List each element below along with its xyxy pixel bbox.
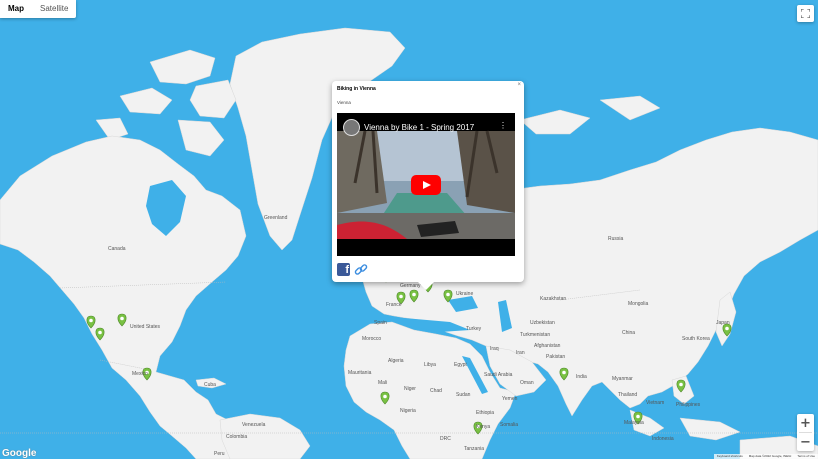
label-somalia: Somalia — [500, 422, 519, 428]
label-thailand: Thailand — [618, 392, 638, 398]
label-turkey: Turkey — [466, 326, 482, 332]
fullscreen-icon — [801, 9, 810, 18]
map-type-map-button[interactable]: Map — [0, 0, 32, 18]
label-niger: Niger — [404, 386, 416, 392]
label-philippines: Philippines — [676, 402, 701, 408]
map-pin-dot — [562, 370, 566, 375]
fullscreen-button[interactable] — [797, 5, 814, 22]
label-france: France — [386, 302, 402, 308]
label-egypt: Egypt — [454, 362, 467, 368]
label-morocco: Morocco — [362, 336, 382, 342]
label-chad: Chad — [430, 388, 442, 394]
map-pin-dot — [98, 330, 102, 335]
label-south-korea: South Korea — [682, 336, 710, 342]
label-cuba: Cuba — [204, 382, 216, 388]
label-nigeria: Nigeria — [400, 408, 416, 414]
label-pakistan: Pakistan — [546, 354, 566, 360]
label-indonesia: Indonesia — [652, 436, 674, 442]
label-mongolia: Mongolia — [628, 301, 649, 307]
label-mexico: Mexico — [132, 371, 148, 377]
map-type-control: Map Satellite — [0, 0, 77, 18]
label-mali: Mali — [378, 380, 388, 386]
label-canada: Canada — [108, 246, 126, 252]
label-united-states: United States — [130, 324, 161, 330]
map-pin-dot — [399, 294, 403, 299]
map-pin-dot — [120, 316, 124, 321]
youtube-video-player[interactable]: Vienna by Bike 1 - Spring 2017 ⋮ — [337, 113, 515, 256]
label-spain: Spain — [374, 320, 387, 326]
more-options-icon[interactable]: ⋮ — [499, 121, 507, 130]
video-title[interactable]: Vienna by Bike 1 - Spring 2017 — [364, 123, 474, 132]
zoom-in-button[interactable]: + — [797, 414, 814, 432]
keyboard-shortcuts-link[interactable]: Keyboard shortcuts — [714, 454, 746, 459]
label-malaysia: Malaysia — [624, 420, 644, 426]
map-pin-dot — [446, 292, 450, 297]
map-pin-dot — [89, 318, 93, 323]
label-iraq: Iraq — [490, 346, 499, 352]
label-russia: Russia — [608, 236, 624, 242]
label-peru: Peru — [214, 451, 225, 457]
zoom-out-button[interactable]: − — [797, 433, 814, 451]
label-tanzania: Tanzania — [464, 446, 485, 452]
label-drc: DRC — [440, 436, 451, 442]
label-saudi-arabia: Saudi Arabia — [484, 372, 513, 378]
terms-link[interactable]: Terms of Use — [794, 454, 818, 459]
google-logo[interactable]: Google — [2, 448, 36, 459]
label-venezuela: Venezuela — [242, 422, 266, 428]
info-window-title: Biking in Vienna — [337, 86, 376, 92]
map-type-satellite-button[interactable]: Satellite — [32, 0, 76, 18]
label-kazakhstan: Kazakhstan — [540, 296, 567, 302]
label-kenya: Kenya — [476, 424, 491, 430]
map-data-text: Map data ©2022 Google, INEGI — [748, 454, 792, 458]
map-pin-dot — [679, 382, 683, 387]
link-icon[interactable] — [354, 263, 368, 277]
play-icon[interactable] — [411, 175, 441, 195]
facebook-icon[interactable]: f — [337, 263, 350, 276]
map-pin-dot — [383, 394, 387, 399]
info-window-tail — [418, 282, 434, 290]
info-window: Biking in Vienna × Vienna Vienna by Bike… — [332, 81, 524, 290]
label-greenland: Greenland — [264, 215, 288, 221]
label-india: India — [576, 374, 587, 380]
label-colombia: Colombia — [226, 434, 248, 440]
label-ukraine: Ukraine — [456, 291, 474, 297]
info-window-location: Vienna — [337, 100, 351, 105]
share-buttons: f — [337, 263, 368, 277]
label-uzbekistan: Uzbekistan — [530, 320, 555, 326]
label-yemen: Yemen — [502, 396, 518, 402]
label-turkmenistan: Turkmenistan — [520, 332, 551, 338]
map-pin-dot — [636, 414, 640, 419]
label-ethiopia: Ethiopia — [476, 410, 495, 416]
label-japan: Japan — [716, 320, 730, 326]
label-mauritania: Mauritania — [348, 370, 372, 376]
label-iran: Iran — [516, 350, 525, 356]
label-afghanistan: Afghanistan — [534, 343, 561, 349]
map-pin-dot — [412, 292, 416, 297]
map-pin-dot — [725, 326, 729, 331]
channel-avatar[interactable] — [343, 119, 360, 136]
close-icon[interactable]: × — [517, 82, 521, 88]
label-libya: Libya — [424, 362, 436, 368]
label-sudan: Sudan — [456, 392, 471, 398]
label-algeria: Algeria — [388, 358, 404, 364]
attribution-bar: Keyboard shortcuts Map data ©2022 Google… — [713, 454, 818, 459]
label-oman: Oman — [520, 380, 534, 386]
zoom-control: + − — [797, 414, 814, 451]
label-china: China — [622, 330, 636, 336]
label-vietnam: Vietnam — [646, 400, 665, 406]
label-myanmar: Myanmar — [612, 376, 633, 382]
